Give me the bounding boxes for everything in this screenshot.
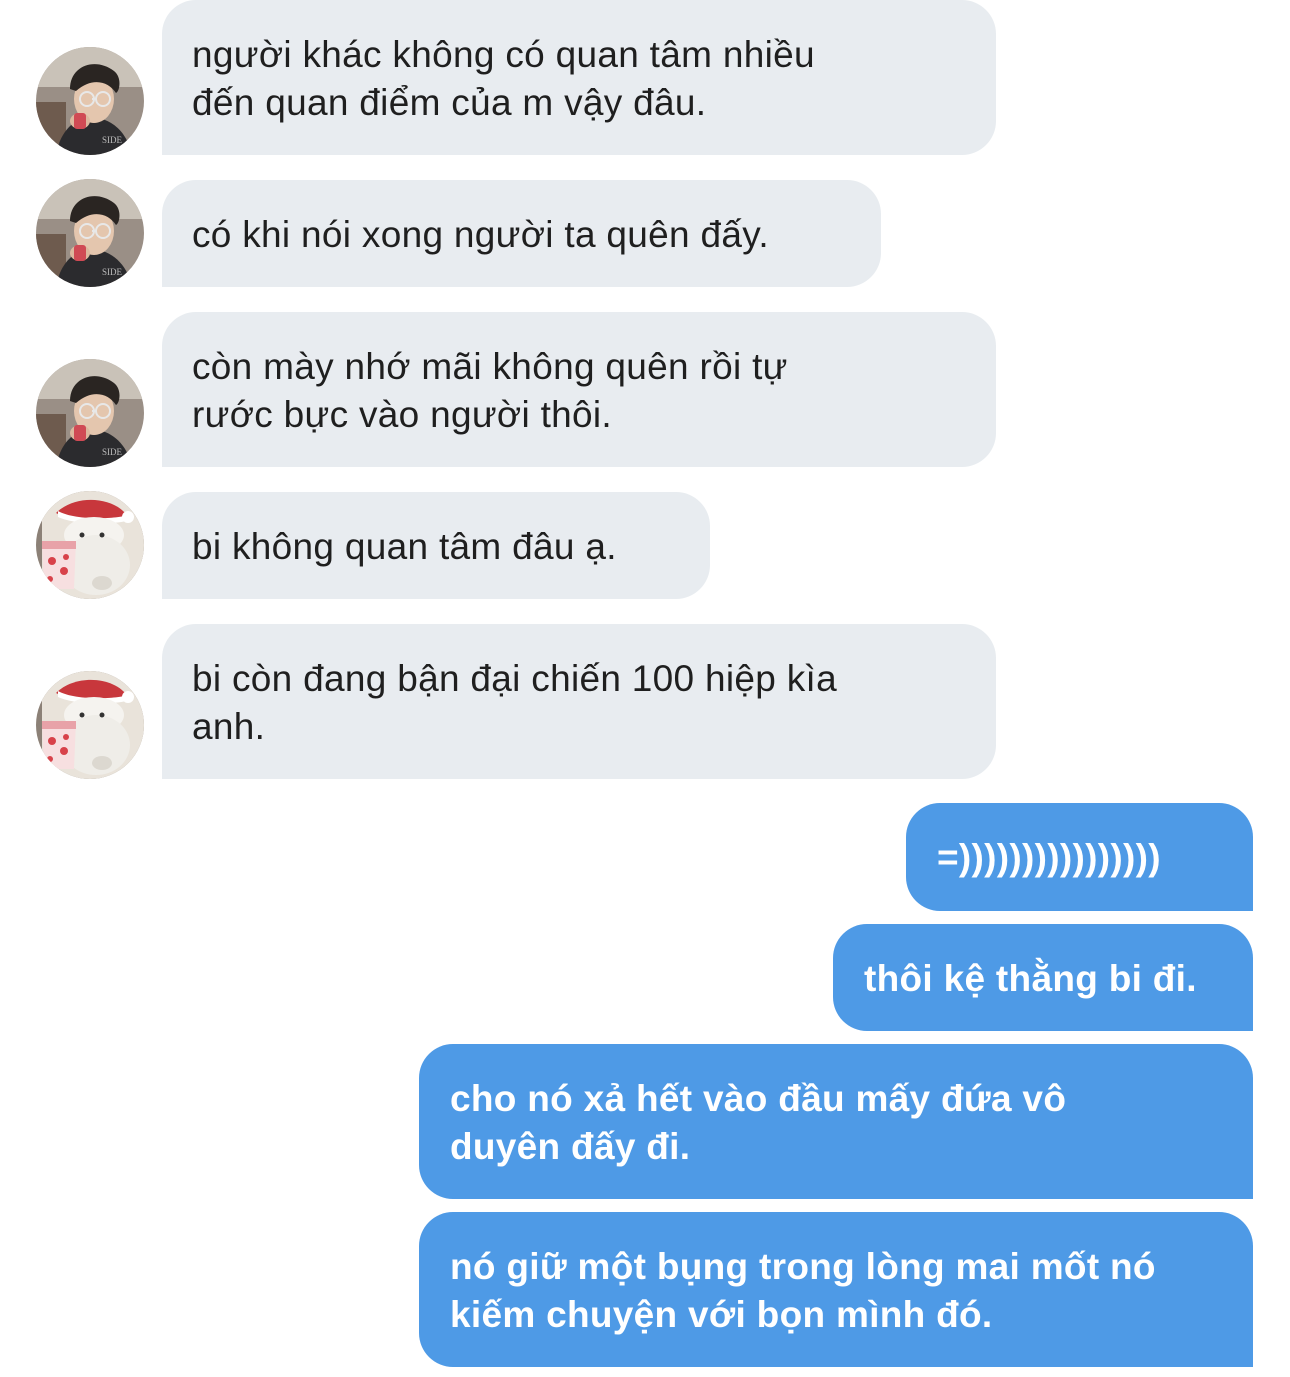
message-text-line: duyên đấy đi.	[450, 1126, 691, 1167]
message-text-line: rước bực vào người thôi.	[192, 394, 613, 435]
bear-sticker-icon	[36, 671, 144, 779]
sender-avatar[interactable]	[36, 359, 144, 467]
incoming-message-bubble[interactable]: có khi nói xong người ta quên đấy.	[162, 180, 881, 287]
message-text-line: đến quan điểm của m vậy đâu.	[192, 82, 707, 123]
outgoing-message-bubble[interactable]: nó giữ một bụng trong lòng mai mốt nó ki…	[419, 1212, 1253, 1367]
message-text-line: người khác không có quan tâm nhiều	[192, 34, 815, 75]
sender-avatar[interactable]	[36, 491, 144, 599]
message-text-line: =))))))))))))))))	[937, 837, 1161, 878]
sender-avatar[interactable]	[36, 47, 144, 155]
message-text-line: còn mày nhớ mãi không quên rồi tự	[192, 346, 788, 387]
outgoing-message-bubble[interactable]: =))))))))))))))))	[906, 803, 1253, 911]
profile-photo-icon	[36, 359, 144, 467]
message-text-line: nó giữ một bụng trong lòng mai mốt nó	[450, 1246, 1156, 1287]
message-text-line: kiếm chuyện với bọn mình đó.	[450, 1294, 993, 1335]
message-text-line: cho nó xả hết vào đầu mấy đứa vô	[450, 1078, 1067, 1119]
message-text-line: anh.	[192, 706, 266, 747]
incoming-message-bubble[interactable]: bi còn đang bận đại chiến 100 hiệp kìa a…	[162, 624, 996, 779]
message-text-line: bi còn đang bận đại chiến 100 hiệp kìa	[192, 658, 838, 699]
message-text-line: có khi nói xong người ta quên đấy.	[192, 214, 769, 255]
sender-avatar[interactable]	[36, 671, 144, 779]
outgoing-message-bubble[interactable]: thôi kệ thằng bi đi.	[833, 924, 1253, 1031]
incoming-message-bubble[interactable]: người khác không có quan tâm nhiều đến q…	[162, 0, 996, 155]
sender-avatar[interactable]	[36, 179, 144, 287]
profile-photo-icon	[36, 47, 144, 155]
incoming-message-bubble[interactable]: bi không quan tâm đâu ạ.	[162, 492, 710, 599]
message-text-line: thôi kệ thằng bi đi.	[864, 958, 1197, 999]
message-thread[interactable]: người khác không có quan tâm nhiều đến q…	[0, 0, 1290, 1377]
bear-sticker-icon	[36, 491, 144, 599]
profile-photo-icon	[36, 179, 144, 287]
outgoing-message-bubble[interactable]: cho nó xả hết vào đầu mấy đứa vô duyên đ…	[419, 1044, 1253, 1199]
incoming-message-bubble[interactable]: còn mày nhớ mãi không quên rồi tự rước b…	[162, 312, 996, 467]
message-text-line: bi không quan tâm đâu ạ.	[192, 526, 617, 567]
